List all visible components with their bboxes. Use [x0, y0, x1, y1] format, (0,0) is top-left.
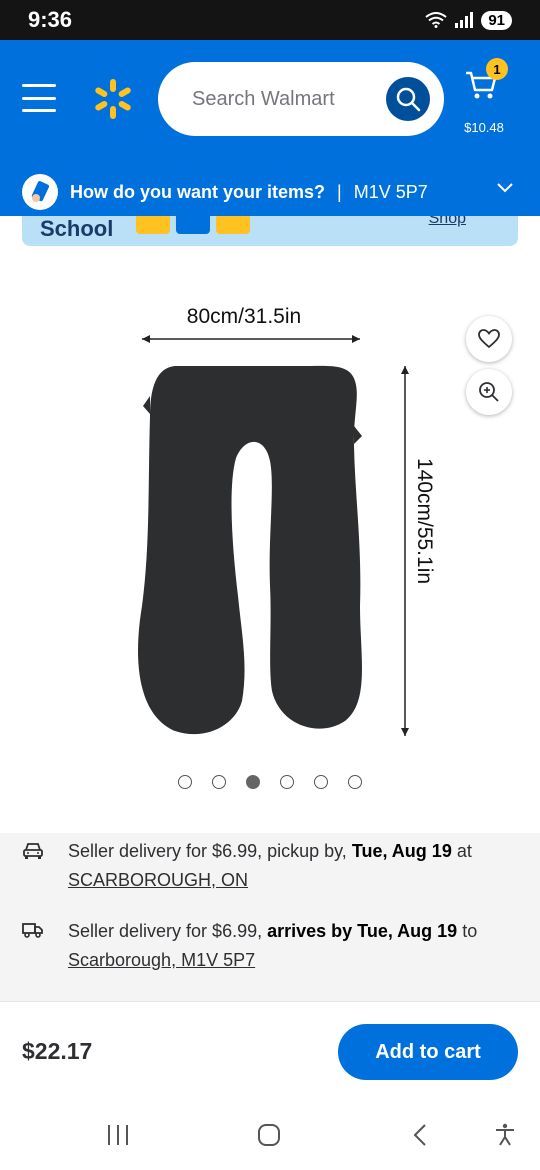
truck-icon — [22, 917, 46, 975]
promo-text: School — [40, 216, 114, 241]
search-bar — [158, 62, 444, 136]
pickup-text: Seller delivery for $6.99, pickup by, Tu… — [68, 837, 472, 895]
product-price: $22.17 — [22, 1038, 93, 1064]
carousel-dot[interactable] — [314, 775, 328, 789]
delivery-selector[interactable]: How do you want your items? | M1V 5P7 — [0, 168, 540, 216]
delivery-icon — [22, 174, 58, 210]
shipping-text: Seller delivery for $6.99, arrives by Tu… — [68, 917, 477, 975]
cart-total: $10.48 — [464, 120, 504, 135]
carousel-dot[interactable] — [348, 775, 362, 789]
zoom-button[interactable] — [466, 369, 512, 415]
pillow-shape — [138, 365, 362, 735]
cart-button[interactable]: 1 $10.48 — [460, 58, 520, 142]
status-bar: 9:36 91 — [0, 0, 540, 40]
promo-banner[interactable]: School Shop — [22, 216, 518, 246]
wifi-icon — [425, 12, 447, 28]
car-icon — [22, 837, 46, 895]
add-to-cart-button[interactable]: Add to cart — [338, 1024, 518, 1080]
shipping-location-link[interactable]: Scarborough, M1V 5P7 — [68, 950, 255, 970]
pickup-location-link[interactable]: SCARBOROUGH, ON — [68, 870, 248, 890]
pickup-suffix: at — [451, 841, 472, 861]
home-icon[interactable] — [257, 1123, 281, 1147]
carousel-dot[interactable] — [280, 775, 294, 789]
accessibility-icon[interactable] — [493, 1123, 517, 1147]
status-icons: 91 — [425, 10, 512, 30]
system-nav-bar — [0, 1099, 540, 1170]
search-input[interactable] — [192, 87, 382, 111]
delivery-separator: | — [337, 181, 342, 202]
carousel-dot[interactable] — [246, 775, 260, 789]
heart-icon — [478, 329, 500, 349]
search-button[interactable] — [386, 77, 430, 121]
pickup-option: Seller delivery for $6.99, pickup by, Tu… — [22, 837, 522, 895]
recent-apps-icon[interactable] — [106, 1123, 130, 1147]
delivery-postal-code: M1V 5P7 — [353, 181, 428, 202]
product-image[interactable]: 80cm/31.5in 140cm/55.1in — [0, 246, 540, 766]
signal-icon — [455, 12, 474, 28]
delivery-question: How do you want your items? — [70, 181, 326, 202]
status-time: 9:36 — [28, 7, 73, 32]
shipping-date: arrives by Tue, Aug 19 — [267, 921, 458, 941]
back-icon[interactable] — [409, 1123, 433, 1147]
image-carousel-dots — [0, 775, 540, 789]
carousel-dot[interactable] — [212, 775, 226, 789]
menu-button[interactable] — [22, 84, 56, 112]
promo-illustrations — [136, 216, 250, 234]
favorite-button[interactable] — [466, 316, 512, 362]
fulfillment-options: Seller delivery for $6.99, pickup by, Tu… — [0, 833, 540, 1001]
app-header: 1 $10.48 How do you want your items? | M… — [0, 40, 540, 216]
cart-count-badge: 1 — [486, 58, 508, 80]
width-dimension-label: 80cm/31.5in — [187, 305, 301, 328]
pickup-date: Tue, Aug 19 — [351, 841, 452, 861]
chevron-down-icon — [497, 183, 513, 193]
carousel-dot[interactable] — [178, 775, 192, 789]
menu-icon — [22, 84, 56, 87]
height-dimension-label: 140cm/55.1in — [413, 458, 436, 584]
shipping-prefix: Seller delivery for $6.99, — [68, 921, 268, 941]
battery-indicator: 91 — [481, 10, 512, 30]
shipping-option: Seller delivery for $6.99, arrives by Tu… — [22, 917, 522, 975]
zoom-in-icon — [479, 382, 499, 402]
search-icon — [396, 87, 421, 112]
pickup-prefix: Seller delivery for $6.99, pickup by, — [68, 841, 352, 861]
promo-shop-link[interactable]: Shop — [429, 216, 466, 228]
purchase-bar: $22.17 Add to cart — [0, 1001, 540, 1099]
shipping-suffix: to — [457, 921, 478, 941]
walmart-spark-logo[interactable] — [92, 78, 134, 120]
